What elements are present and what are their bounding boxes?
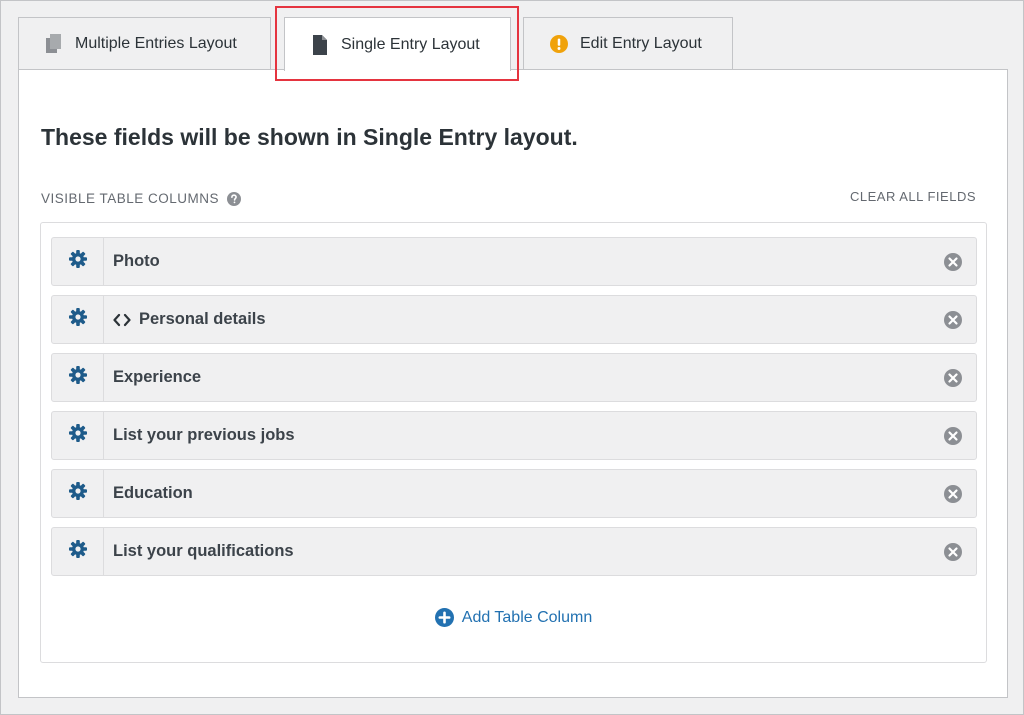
add-table-column-button[interactable]: Add Table Column xyxy=(41,608,986,627)
field-row-previous-jobs[interactable]: List your previous jobs xyxy=(51,411,977,460)
field-settings-button[interactable] xyxy=(52,528,104,575)
tab-label: Single Entry Layout xyxy=(341,35,480,53)
close-icon xyxy=(944,542,962,561)
layout-panel: These fields will be shown in Single Ent… xyxy=(18,69,1008,698)
field-row-personal-details[interactable]: Personal details xyxy=(51,295,977,344)
section-label-text: VISIBLE TABLE COLUMNS xyxy=(41,191,220,206)
plus-circle-icon xyxy=(434,608,454,627)
field-label: Personal details xyxy=(139,310,266,328)
close-icon xyxy=(944,484,962,503)
gear-icon xyxy=(68,539,88,564)
field-row-experience[interactable]: Experience xyxy=(51,353,977,402)
field-label: Photo xyxy=(113,252,160,270)
close-icon xyxy=(944,252,962,271)
remove-field-button[interactable] xyxy=(944,368,962,387)
gear-icon xyxy=(68,423,88,448)
field-settings-button[interactable] xyxy=(52,412,104,459)
remove-field-button[interactable] xyxy=(944,542,962,561)
close-icon xyxy=(944,310,962,329)
copy-icon xyxy=(45,34,63,54)
remove-field-button[interactable] xyxy=(944,484,962,503)
gear-icon xyxy=(68,307,88,332)
field-label: List your previous jobs xyxy=(113,426,295,444)
help-icon[interactable] xyxy=(227,191,242,206)
tab-multiple-entries-layout[interactable]: Multiple Entries Layout xyxy=(18,17,271,70)
field-settings-button[interactable] xyxy=(52,354,104,401)
gear-icon xyxy=(68,365,88,390)
warning-icon xyxy=(550,34,568,54)
field-settings-button[interactable] xyxy=(52,470,104,517)
tab-label: Edit Entry Layout xyxy=(580,35,702,52)
tab-label: Multiple Entries Layout xyxy=(75,35,237,52)
page-title: These fields will be shown in Single Ent… xyxy=(41,124,578,150)
gear-icon xyxy=(68,481,88,506)
section-label: VISIBLE TABLE COLUMNS xyxy=(41,191,242,206)
tab-single-entry-layout[interactable]: Single Entry Layout xyxy=(284,17,511,71)
remove-field-button[interactable] xyxy=(944,426,962,445)
fields-list: Photo Personal details Experience List y… xyxy=(40,222,987,663)
field-label: Experience xyxy=(113,368,202,386)
add-table-column-label: Add Table Column xyxy=(461,608,593,626)
clear-all-fields-link[interactable]: CLEAR ALL FIELDS xyxy=(850,189,976,204)
tab-edit-entry-layout[interactable]: Edit Entry Layout xyxy=(523,17,733,70)
field-label: Education xyxy=(113,484,193,502)
field-settings-button[interactable] xyxy=(52,238,104,285)
gear-icon xyxy=(68,249,88,274)
remove-field-button[interactable] xyxy=(944,310,962,329)
document-icon xyxy=(311,34,329,55)
field-settings-button[interactable] xyxy=(52,296,104,343)
close-icon xyxy=(944,426,962,445)
field-label-wrapper: Personal details xyxy=(113,310,266,329)
field-row-education[interactable]: Education xyxy=(51,469,977,518)
field-row-photo[interactable]: Photo xyxy=(51,237,977,286)
field-row-qualifications[interactable]: List your qualifications xyxy=(51,527,977,576)
code-icon xyxy=(113,313,131,327)
field-label: List your qualifications xyxy=(113,542,294,560)
close-icon xyxy=(944,368,962,387)
remove-field-button[interactable] xyxy=(944,252,962,271)
